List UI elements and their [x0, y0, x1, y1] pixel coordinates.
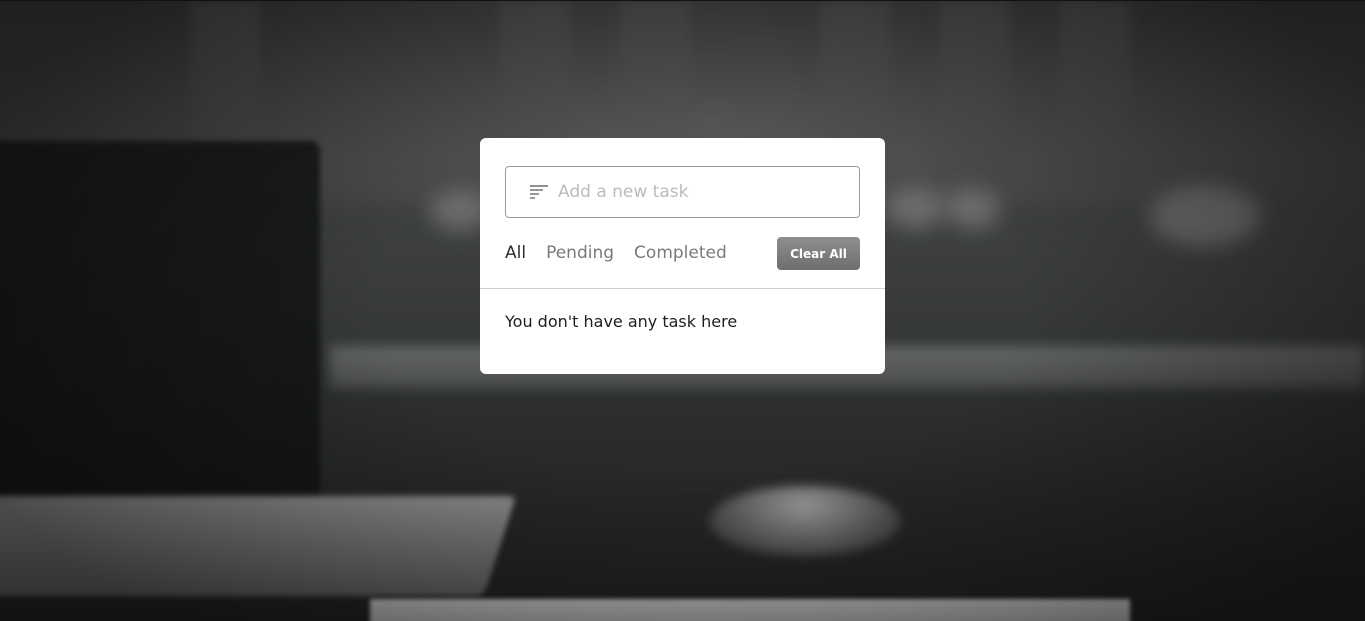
- task-input-container[interactable]: [505, 166, 860, 218]
- filter-tabs: All Pending Completed: [505, 243, 747, 263]
- divider: [480, 288, 885, 289]
- filter-tab-completed[interactable]: Completed: [634, 243, 727, 263]
- clear-all-button[interactable]: Clear All: [777, 237, 860, 270]
- task-controls: All Pending Completed Clear All: [505, 237, 860, 271]
- task-input[interactable]: [558, 167, 853, 217]
- filter-tab-all[interactable]: All: [505, 243, 526, 263]
- filter-tab-pending[interactable]: Pending: [546, 243, 614, 263]
- todo-card: All Pending Completed Clear All You don'…: [480, 138, 885, 374]
- empty-task-message: You don't have any task here: [505, 312, 738, 331]
- filter-lines-icon: [530, 185, 548, 199]
